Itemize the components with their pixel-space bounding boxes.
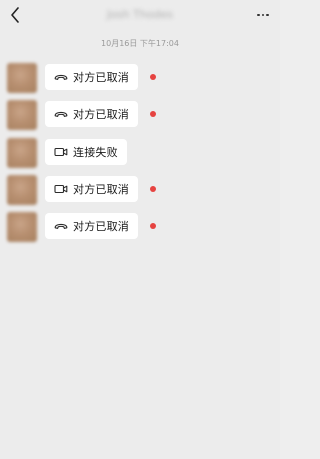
- call-record-bubble[interactable]: 对方已取消: [45, 176, 138, 202]
- message-row: 对方已取消: [0, 63, 280, 93]
- video-camera-icon: [54, 183, 68, 195]
- avatar[interactable]: [7, 175, 37, 205]
- call-status-text: 连接失败: [73, 146, 118, 159]
- unread-dot: [150, 111, 156, 117]
- phone-hangup-icon: [54, 71, 68, 83]
- message-row: 对方已取消: [0, 100, 280, 130]
- call-status-text: 对方已取消: [73, 220, 129, 233]
- message-row: 对方已取消: [0, 175, 280, 205]
- call-status-text: 对方已取消: [73, 71, 129, 84]
- video-camera-icon: [54, 146, 68, 158]
- back-button[interactable]: [4, 4, 26, 26]
- chat-header: Josh Thodes: [0, 0, 280, 32]
- chevron-left-icon: [11, 7, 19, 23]
- call-status-text: 对方已取消: [73, 183, 129, 196]
- more-button[interactable]: [252, 6, 274, 24]
- unread-dot: [150, 74, 156, 80]
- unread-dot: [150, 223, 156, 229]
- phone-hangup-icon: [54, 220, 68, 232]
- more-dot: [261, 13, 265, 17]
- call-record-bubble[interactable]: 对方已取消: [45, 64, 138, 90]
- call-record-bubble[interactable]: 对方已取消: [45, 213, 138, 239]
- chat-screen: Josh Thodes 10月16日 下午17:04 对方已取消 对方已取消 连…: [0, 0, 280, 459]
- message-timestamp: 10月16日 下午17:04: [101, 39, 179, 48]
- avatar[interactable]: [7, 63, 37, 93]
- call-record-bubble[interactable]: 连接失败: [45, 139, 127, 165]
- message-row: 对方已取消: [0, 212, 280, 242]
- phone-hangup-icon: [54, 108, 68, 120]
- more-dots-icon: [257, 13, 260, 17]
- chat-title: Josh Thodes: [106, 8, 174, 21]
- avatar[interactable]: [7, 138, 37, 168]
- avatar[interactable]: [7, 212, 37, 242]
- more-dot: [266, 13, 269, 17]
- call-status-text: 对方已取消: [73, 108, 129, 121]
- call-record-bubble[interactable]: 对方已取消: [45, 101, 138, 127]
- unread-dot: [150, 186, 156, 192]
- avatar[interactable]: [7, 100, 37, 130]
- message-row: 连接失败: [0, 138, 280, 168]
